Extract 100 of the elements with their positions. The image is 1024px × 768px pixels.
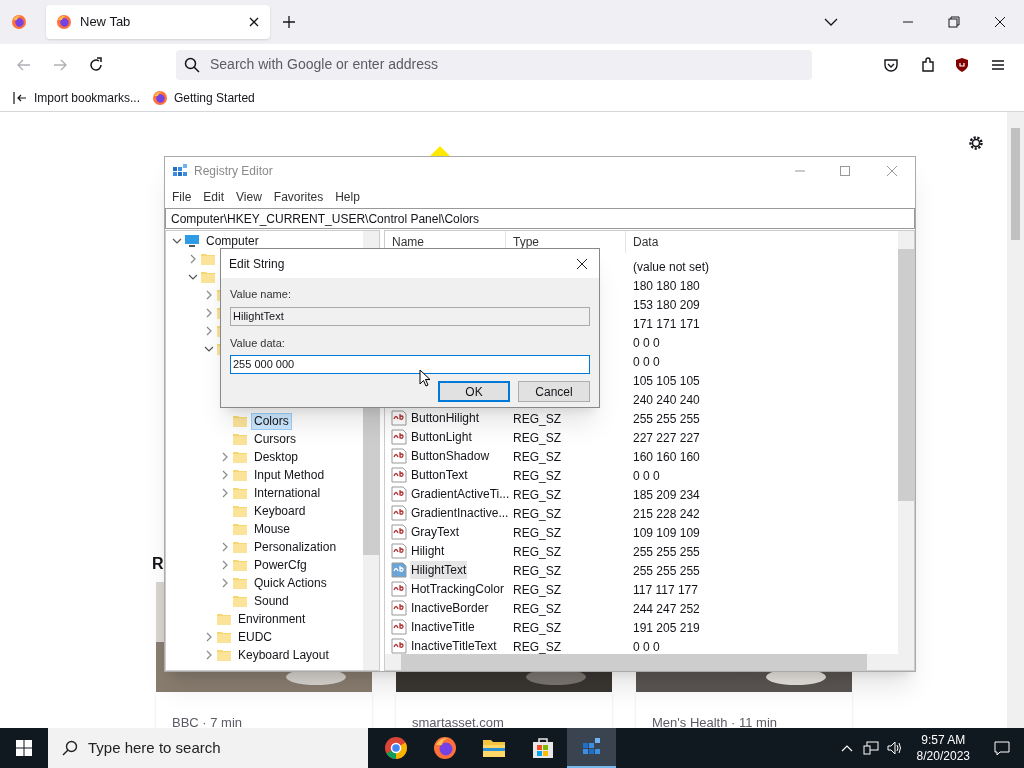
window-title: Registry Editor bbox=[194, 163, 273, 180]
volume-icon[interactable] bbox=[886, 741, 903, 755]
story-source: smartasset.com bbox=[412, 715, 504, 728]
clock[interactable]: 9:57 AM 8/20/2023 bbox=[912, 732, 974, 764]
value-name-field[interactable]: HilightText bbox=[230, 306, 590, 326]
close-icon[interactable] bbox=[248, 16, 260, 28]
value-type: REG_SZ bbox=[513, 582, 561, 597]
chevron-up-icon[interactable] bbox=[840, 744, 853, 752]
tree-item[interactable]: PowerCfg bbox=[252, 557, 309, 573]
section-heading: R bbox=[152, 554, 164, 574]
field-label: Value data: bbox=[230, 335, 286, 351]
menu-item[interactable]: Favorites bbox=[268, 187, 329, 206]
value-data: 227 227 227 bbox=[633, 430, 700, 445]
dialog-button[interactable]: Cancel bbox=[518, 381, 590, 402]
close-icon[interactable] bbox=[576, 257, 588, 270]
computer-icon bbox=[184, 233, 200, 249]
tree-item[interactable]: Desktop bbox=[252, 449, 301, 465]
scrollbar[interactable] bbox=[898, 231, 914, 655]
settings-icon[interactable] bbox=[967, 134, 985, 152]
value-data: 255 255 255 bbox=[633, 544, 700, 559]
registry-icon bbox=[172, 163, 188, 179]
folder-icon bbox=[216, 611, 232, 627]
store-icon bbox=[530, 736, 555, 760]
triangle-icon bbox=[430, 146, 450, 156]
value-name[interactable]: HilightText bbox=[410, 560, 468, 579]
value-data-field[interactable]: 255 000 000 bbox=[230, 355, 590, 374]
story-source: BBC · 7 min bbox=[172, 715, 243, 728]
value-type: REG_SZ bbox=[513, 487, 561, 502]
bookmark-link[interactable]: Import bookmarks... bbox=[32, 89, 143, 107]
folder-icon bbox=[232, 593, 248, 609]
shield-icon[interactable] bbox=[954, 56, 970, 73]
menu-item[interactable]: View bbox=[231, 187, 267, 206]
import-icon bbox=[12, 90, 28, 106]
value-data: 0 0 0 bbox=[633, 468, 660, 483]
value-data: 171 171 171 bbox=[633, 316, 700, 331]
folder-icon bbox=[232, 503, 248, 519]
value-data: 180 180 180 bbox=[633, 278, 700, 293]
folder-icon bbox=[216, 629, 232, 645]
dialog-title: Edit String bbox=[229, 255, 286, 273]
value-data: 160 160 160 bbox=[633, 449, 700, 464]
reload-icon[interactable] bbox=[88, 56, 104, 73]
pocket-icon[interactable] bbox=[883, 56, 899, 73]
network-icon[interactable] bbox=[862, 741, 879, 755]
value-data: 255 255 255 bbox=[633, 411, 700, 426]
value-data: 109 109 109 bbox=[633, 525, 700, 540]
search-icon bbox=[62, 740, 78, 756]
value-data: 105 105 105 bbox=[633, 373, 700, 388]
value-type: REG_SZ bbox=[513, 449, 561, 464]
notification-icon[interactable] bbox=[994, 740, 1010, 756]
folder-icon bbox=[216, 647, 232, 663]
folder-icon bbox=[232, 413, 248, 429]
value-type: REG_SZ bbox=[513, 620, 561, 635]
menu-item[interactable]: Edit bbox=[198, 187, 230, 206]
tree-item[interactable]: Keyboard bbox=[252, 503, 308, 519]
folder-icon bbox=[232, 575, 248, 591]
folder-icon bbox=[232, 485, 248, 501]
chrome-icon bbox=[383, 736, 408, 760]
firefox-icon bbox=[56, 14, 72, 30]
puzzle-icon[interactable] bbox=[920, 56, 936, 73]
address-field[interactable]: Computer\HKEY_CURRENT_USER\Control Panel\Colors bbox=[165, 208, 915, 229]
value-type: REG_SZ bbox=[513, 411, 561, 426]
scrollbar[interactable] bbox=[1007, 112, 1024, 728]
scrollbar[interactable] bbox=[385, 654, 914, 670]
bookmark-link[interactable]: Getting Started bbox=[172, 89, 257, 107]
folder-icon bbox=[200, 251, 216, 267]
firefox-icon bbox=[152, 90, 169, 106]
restore-icon[interactable] bbox=[948, 16, 960, 28]
folder-icon bbox=[232, 521, 248, 537]
dialog-button[interactable]: OK bbox=[438, 381, 510, 402]
tree-item[interactable]: Colors bbox=[252, 413, 291, 429]
value-data: 153 180 209 bbox=[633, 297, 700, 312]
value-data: 244 247 252 bbox=[633, 601, 700, 616]
folder-icon bbox=[232, 449, 248, 465]
tree-item[interactable]: Computer bbox=[204, 233, 261, 249]
chevron-down-icon[interactable] bbox=[824, 17, 838, 27]
value-data: 0 0 0 bbox=[633, 639, 660, 654]
search-icon bbox=[184, 56, 200, 73]
tree-item[interactable]: Quick Actions bbox=[252, 575, 329, 591]
windows-icon[interactable] bbox=[16, 740, 32, 756]
value-data: 0 0 0 bbox=[633, 354, 660, 369]
close-icon[interactable] bbox=[994, 16, 1006, 28]
tree-item[interactable]: Input Method bbox=[252, 467, 327, 483]
menu-item[interactable]: File bbox=[167, 187, 197, 206]
plus-icon[interactable] bbox=[282, 15, 296, 29]
maximize-icon[interactable] bbox=[840, 166, 850, 176]
value-data: 185 209 234 bbox=[633, 487, 700, 502]
value-type: REG_SZ bbox=[513, 506, 561, 521]
tree-item[interactable]: Keyboard Layout bbox=[236, 647, 331, 663]
value-type: REG_SZ bbox=[513, 525, 561, 540]
value-data: 215 228 242 bbox=[633, 506, 700, 521]
address-field[interactable]: Search with Google or enter address bbox=[176, 49, 812, 80]
taskbar-search-field[interactable]: Type here to search bbox=[48, 728, 368, 768]
value-type: REG_SZ bbox=[513, 430, 561, 445]
cursor-icon bbox=[419, 369, 431, 387]
value-data: 240 240 240 bbox=[633, 392, 700, 407]
value-type: REG_SZ bbox=[513, 544, 561, 559]
menu-item[interactable]: Help bbox=[330, 187, 365, 206]
browser-tab[interactable]: New Tab bbox=[46, 5, 270, 39]
firefox-icon[interactable] bbox=[11, 14, 27, 30]
value-type: REG_SZ bbox=[513, 639, 561, 654]
